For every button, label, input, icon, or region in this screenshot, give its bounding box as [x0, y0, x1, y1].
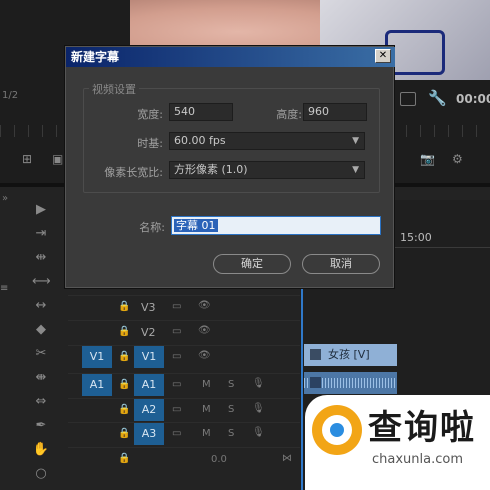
name-field[interactable]: 字幕 01	[171, 216, 381, 235]
mute-button[interactable]: M	[202, 404, 211, 415]
mute-button[interactable]: M	[202, 379, 211, 390]
height-field[interactable]: 960	[303, 103, 367, 121]
track-target-v1[interactable]: V1	[134, 346, 164, 368]
eye-icon[interactable]: 👁	[198, 300, 211, 311]
track-target-a1[interactable]: A1	[134, 374, 164, 396]
track-row-a2: 🔒 A2 ▭ M S 🎙	[68, 398, 300, 422]
microphone-icon[interactable]: 🎙	[252, 403, 265, 414]
watermark-url: chaxunla.com	[372, 452, 463, 467]
audio-clip[interactable]	[304, 372, 397, 394]
lock-icon[interactable]: 🔒	[118, 379, 130, 390]
rolling-edit-tool-icon[interactable]: ⟷	[32, 274, 51, 290]
expand-chevron-icon[interactable]: »	[2, 193, 8, 204]
source-patch-a1[interactable]: A1	[82, 374, 112, 396]
track-row-v2: 🔒 V2 ▭ 👁	[68, 320, 300, 344]
export-frame-icon[interactable]	[400, 92, 416, 106]
new-title-dialog: 新建字幕 ✕ 视频设置 宽度: 540 高度: 960 时基: 60.00 fp…	[64, 45, 395, 289]
cancel-button[interactable]: 取消	[302, 254, 380, 274]
hand-tool-icon[interactable]: ✋	[32, 442, 50, 458]
slide-tool-icon[interactable]: ⇔	[32, 394, 50, 410]
microphone-icon[interactable]: 🎙	[252, 378, 265, 389]
tools-panel: ▶ ⇥ ⇹ ⟷ ↔ ◆ ✂ ⇼ ⇔ ✒ ✋ ○	[28, 190, 54, 490]
overwrite-icon[interactable]: ▣	[52, 152, 63, 166]
chevron-down-icon: ▼	[352, 165, 359, 175]
zoom-tool-icon[interactable]: ○	[32, 466, 50, 482]
sync-icon[interactable]: ▭	[172, 404, 181, 415]
sync-icon[interactable]: ▭	[172, 301, 181, 312]
name-label: 名称:	[139, 221, 165, 234]
program-timecode: 00:00	[456, 92, 490, 106]
track-row-v3: 🔒 V3 ▭ 👁	[68, 295, 300, 319]
video-clip-label: 女孩 [V]	[328, 348, 370, 361]
video-settings-title: 视频设置	[89, 81, 139, 97]
track-row-a3: 🔒 A3 ▭ M S 🎙	[68, 422, 300, 446]
close-button[interactable]: ✕	[375, 49, 391, 63]
watermark-logo-dot	[330, 423, 344, 437]
eye-icon[interactable]: 👁	[198, 350, 211, 361]
settings-icon[interactable]: ⚙	[452, 152, 463, 166]
timebase-label: 时基:	[137, 137, 163, 150]
frame-fraction: 1/2	[2, 90, 19, 101]
source-patch-v1[interactable]: V1	[82, 346, 112, 368]
pixel-aspect-value: 方形像素 (1.0)	[174, 163, 248, 176]
lock-icon[interactable]: 🔒	[118, 351, 130, 362]
sync-icon[interactable]: ▭	[172, 351, 181, 362]
height-label: 高度:	[276, 108, 302, 121]
bowtie-icon[interactable]: ⋈	[282, 453, 292, 464]
pixel-aspect-select[interactable]: 方形像素 (1.0) ▼	[169, 161, 365, 179]
slip-tool-icon[interactable]: ⇼	[32, 370, 50, 386]
lock-icon[interactable]: 🔒	[118, 453, 130, 464]
sync-icon[interactable]: ▭	[172, 379, 181, 390]
lock-icon[interactable]: 🔒	[118, 301, 130, 312]
lock-icon[interactable]: 🔒	[118, 326, 130, 337]
track-row-v1: V1 🔒 V1 ▭ 👁	[68, 345, 300, 369]
insert-icon[interactable]: ⊞	[22, 152, 32, 166]
solo-button[interactable]: S	[228, 379, 234, 390]
width-field[interactable]: 540	[169, 103, 233, 121]
mute-button[interactable]: M	[202, 428, 211, 439]
eye-icon[interactable]: 👁	[198, 325, 211, 336]
timebase-value: 60.00 fps	[174, 134, 226, 147]
sync-icon[interactable]: ▭	[172, 428, 181, 439]
track-target-a3[interactable]: A3	[134, 423, 164, 445]
left-edge-glyph: ≡	[0, 283, 9, 294]
dialog-title[interactable]: 新建字幕	[66, 47, 395, 67]
selection-tool-icon[interactable]: ▶	[32, 202, 50, 218]
timebase-select[interactable]: 60.00 fps ▼	[169, 132, 365, 150]
solo-button[interactable]: S	[228, 428, 234, 439]
rate-stretch-tool-icon[interactable]: ↔	[32, 298, 50, 314]
track-label: V2	[141, 326, 156, 339]
chevron-down-icon: ▼	[352, 136, 359, 146]
lock-icon[interactable]: 🔒	[118, 428, 130, 439]
solo-button[interactable]: S	[228, 404, 234, 415]
track-label: V3	[141, 301, 156, 314]
track-target-a2[interactable]: A2	[134, 399, 164, 421]
clip-fx-icon	[310, 377, 321, 388]
clip-fx-icon	[310, 349, 321, 360]
camera-icon[interactable]: 📷	[420, 152, 435, 166]
wrench-icon[interactable]: 🔧	[428, 89, 447, 107]
razor-tool-icon[interactable]: ◆	[32, 322, 50, 338]
master-volume: 0.0	[211, 454, 227, 465]
ruler-time-label: 15:00	[400, 231, 432, 244]
ripple-edit-tool-icon[interactable]: ⇹	[32, 250, 50, 266]
razor-alt-tool-icon[interactable]: ✂	[32, 346, 50, 362]
microphone-icon[interactable]: 🎙	[252, 427, 265, 438]
pen-tool-icon[interactable]: ✒	[32, 418, 50, 434]
watermark-text: 查询啦	[368, 408, 476, 448]
lock-icon[interactable]: 🔒	[118, 404, 130, 415]
track-select-tool-icon[interactable]: ⇥	[32, 226, 50, 242]
width-label: 宽度:	[137, 108, 163, 121]
name-value: 字幕 01	[174, 219, 218, 232]
track-row-a1: A1 🔒 A1 ▭ M S 🎙	[68, 373, 300, 397]
pixel-aspect-label: 像素长宽比:	[104, 166, 163, 179]
video-clip[interactable]: 女孩 [V]	[304, 344, 397, 366]
ok-button[interactable]: 确定	[213, 254, 291, 274]
track-row-master: 🔒 0.0 ⋈	[68, 447, 300, 471]
sync-icon[interactable]: ▭	[172, 326, 181, 337]
